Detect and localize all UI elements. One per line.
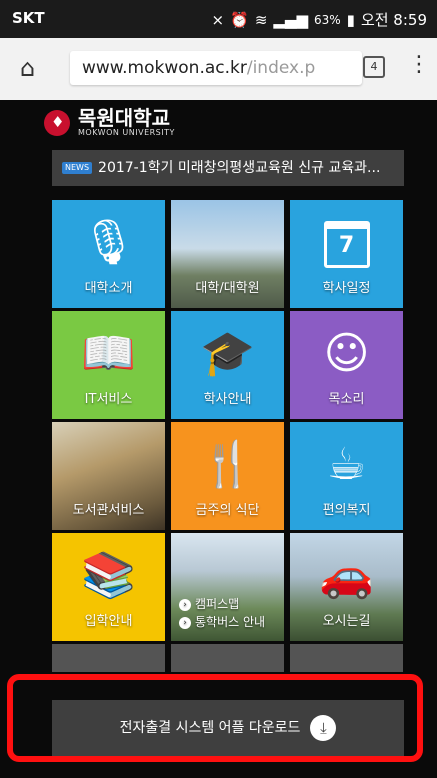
campus-map-label: 캠퍼스맵 <box>195 597 240 611</box>
grey-button-3[interactable] <box>290 644 403 672</box>
tile-label: 대학/대학원 <box>195 281 260 296</box>
tile-admissions[interactable]: 📚 입학안내 <box>52 533 165 641</box>
address-bar[interactable]: www.mokwon.ac.kr/index.p <box>70 51 362 85</box>
home-icon[interactable]: ⌂ <box>20 54 35 82</box>
coffee-cup-icon: ☕ <box>326 439 367 490</box>
news-badge: NEWS <box>62 162 93 174</box>
tile-it-service[interactable]: 📖 IT서비스 <box>52 311 165 419</box>
browser-toolbar: ⌂ www.mokwon.ac.kr/index.p 4 ⋮ <box>0 38 437 101</box>
tile-label: 입학안내 <box>84 614 133 629</box>
tile-welfare[interactable]: ☕ 편의복지 <box>290 422 403 530</box>
tile-label: 대학소개 <box>84 281 133 296</box>
attendance-app-download-button[interactable]: 전자출결 시스템 어플 다운로드 ⤓ <box>52 700 404 756</box>
web-page: 목원대학교 MOKWON UNIVERSITY NEWS 2017-1학기 미래창… <box>0 100 437 778</box>
university-emblem-icon <box>44 109 70 136</box>
campus-links: › 캠퍼스맵 › 통학버스 안내 <box>179 595 265 631</box>
tile-library[interactable]: 도서관서비스 <box>52 422 165 530</box>
tile-campus-map[interactable]: › 캠퍼스맵 › 통학버스 안내 <box>171 533 284 641</box>
wifi-icon: ≋ <box>254 10 268 29</box>
people-icon: ☺ <box>323 328 370 379</box>
tile-academic-guide[interactable]: 🎓 학사안내 <box>171 311 284 419</box>
microphone-icon: 🎙 <box>80 217 137 268</box>
tab-switcher-button[interactable]: 4 <box>363 56 385 78</box>
tile-colleges[interactable]: 대학/대학원 <box>171 200 284 308</box>
tile-label: IT서비스 <box>84 392 133 407</box>
tile-label: 목소리 <box>328 392 365 407</box>
open-book-sprout-icon: 📖 <box>81 328 136 379</box>
tile-label: 학사안내 <box>203 392 252 407</box>
tile-voice[interactable]: ☺ 목소리 <box>290 311 403 419</box>
arrow-right-icon: › <box>179 616 191 629</box>
news-ticker[interactable]: NEWS 2017-1학기 미래창의평생교육원 신규 교육과... <box>52 150 404 186</box>
calendar-icon: 7 <box>290 218 403 268</box>
campus-map-link[interactable]: › 캠퍼스맵 <box>179 595 265 613</box>
signal-icon: ▂▄▆ <box>273 10 308 29</box>
tile-label: 도서관서비스 <box>72 503 145 518</box>
shuttle-bus-link[interactable]: › 통학버스 안내 <box>179 613 265 631</box>
shuttle-bus-label: 통학버스 안내 <box>195 615 266 629</box>
download-icon: ⤓ <box>310 715 337 741</box>
battery-percent: 63% <box>314 12 341 27</box>
status-bar: SKT ⨯ ⏰ ≋ ▂▄▆ 63% ▮ 오전 8:59 <box>0 0 437 38</box>
news-headline: 2017-1학기 미래창의평생교육원 신규 교육과... <box>98 160 381 176</box>
tile-academic-calendar[interactable]: 7 학사일정 <box>290 200 403 308</box>
status-icons: ⨯ ⏰ ≋ ▂▄▆ 63% ▮ 오전 8:59 <box>212 9 427 30</box>
books-icon: 📚 <box>81 550 136 601</box>
car-icon: 🚗 <box>319 550 374 601</box>
tile-label: 편의복지 <box>322 503 371 518</box>
site-logo[interactable]: 목원대학교 MOKWON UNIVERSITY <box>44 108 175 137</box>
battery-icon: ▮ <box>346 10 355 29</box>
logo-name: 목원대학교 <box>78 106 170 130</box>
mute-icon: ⨯ <box>211 10 225 29</box>
grey-button-1[interactable] <box>52 644 165 672</box>
url-path: /index.p <box>246 58 316 78</box>
alarm-icon: ⏰ <box>230 10 249 29</box>
overflow-menu-icon[interactable]: ⋮ <box>408 52 430 77</box>
tile-directions[interactable]: 🚗 오시는길 <box>290 533 403 641</box>
carrier-label: SKT <box>12 9 45 27</box>
logo-subtitle: MOKWON UNIVERSITY <box>78 128 175 137</box>
download-label: 전자출결 시스템 어플 다운로드 <box>119 720 301 736</box>
url-host: www.mokwon.ac.kr <box>82 58 247 78</box>
calendar-day: 7 <box>323 221 370 268</box>
tile-label: 금주의 식단 <box>195 503 260 518</box>
tile-label: 학사일정 <box>322 281 371 296</box>
tile-weekly-menu[interactable]: 🍴 금주의 식단 <box>171 422 284 530</box>
fork-knife-icon: 🍴 <box>200 439 255 490</box>
tile-university-intro[interactable]: 🎙 대학소개 <box>52 200 165 308</box>
grey-button-2[interactable] <box>171 644 284 672</box>
graduation-cap-icon: 🎓 <box>200 328 255 379</box>
arrow-right-icon: › <box>179 598 191 611</box>
clock: 오전 8:59 <box>360 11 427 29</box>
tile-label: 오시는길 <box>322 614 371 629</box>
